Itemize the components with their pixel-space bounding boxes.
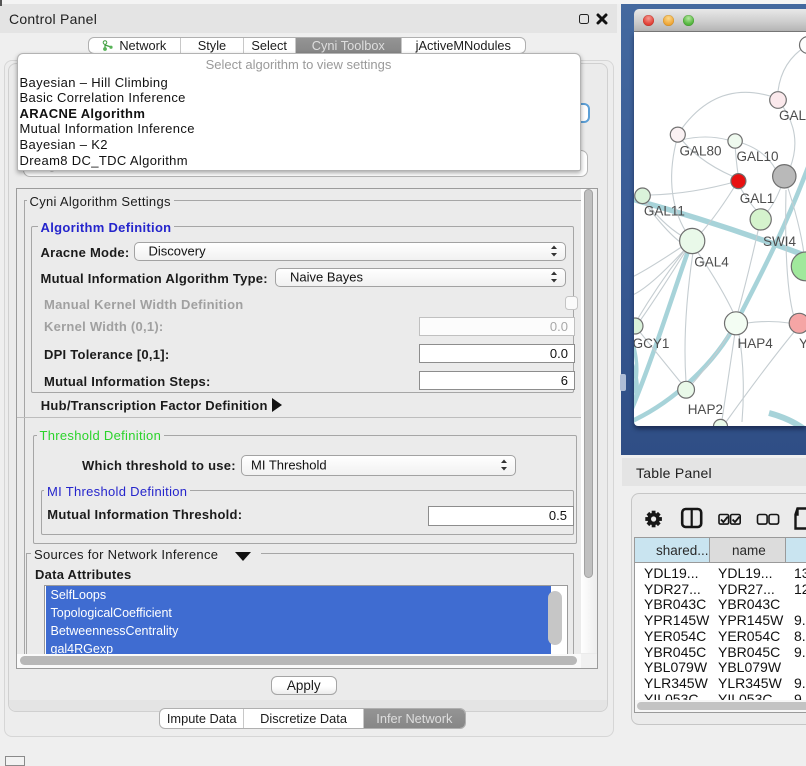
svg-text:SWI4: SWI4 [763,234,796,249]
svg-text:Y: Y [799,336,806,351]
svg-text:GAL7: GAL7 [779,108,806,123]
svg-text:HAP4: HAP4 [738,336,774,351]
svg-text:GAL11: GAL11 [644,204,685,219]
svg-text:GAL80: GAL80 [680,144,722,159]
svg-text:HAP2: HAP2 [688,402,723,417]
svg-text:GCY1: GCY1 [634,336,669,351]
svg-text:GAL10: GAL10 [737,149,779,164]
svg-text:GAL1: GAL1 [740,191,775,206]
svg-text:GAL4: GAL4 [694,255,729,270]
